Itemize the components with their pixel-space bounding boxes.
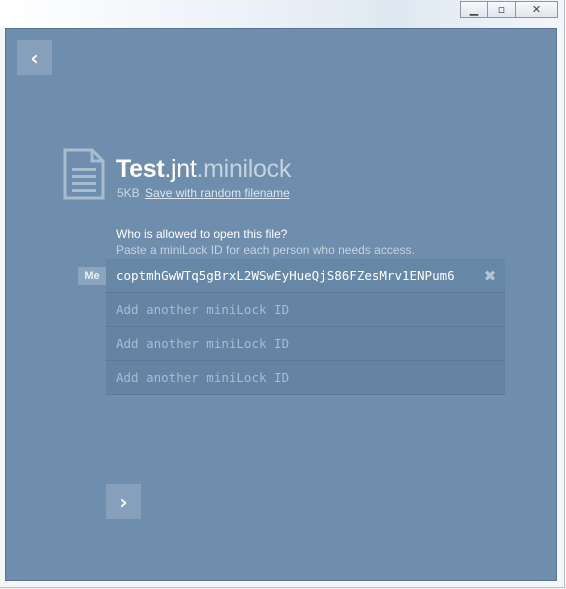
me-badge: Me (78, 267, 113, 285)
minimize-button[interactable]: ▁ (460, 1, 488, 18)
maximize-button[interactable]: ▫ (488, 1, 516, 18)
app-panel: ‹ Test.jnt.minilock 5KB Save with random… (5, 28, 557, 581)
chevron-right-icon: › (119, 489, 128, 514)
minilock-id-placeholder: Add another miniLock ID (116, 336, 290, 351)
back-button[interactable]: ‹ (17, 40, 52, 75)
file-size: 5KB (117, 186, 140, 200)
save-random-filename-link[interactable]: Save with random filename (145, 186, 290, 200)
minilock-id-field[interactable]: Add another miniLock ID (106, 327, 505, 361)
minilock-id-field[interactable]: coptmhGwWTq5gBrxL2WSwEyHueQjS86FZesMrv1E… (106, 259, 505, 293)
recipients-question: Who is allowed to open this file? (116, 227, 288, 241)
minilock-id-field[interactable]: Add another miniLock ID (106, 361, 505, 395)
file-name-base: Test (116, 155, 165, 183)
file-name-extension: .minilock (196, 155, 292, 183)
close-button[interactable]: ✕ (516, 1, 558, 18)
minilock-id-placeholder: Add another miniLock ID (116, 302, 290, 317)
file-name: Test.jnt.minilock (116, 155, 291, 184)
minilock-id-field[interactable]: Add another miniLock ID (106, 293, 505, 327)
file-icon (63, 148, 105, 200)
minilock-id-value: coptmhGwWTq5gBrxL2WSwEyHueQjS86FZesMrv1E… (116, 268, 455, 283)
window-controls: ▁ ▫ ✕ (460, 1, 558, 19)
minilock-id-list: coptmhGwWTq5gBrxL2WSwEyHueQjS86FZesMrv1E… (106, 259, 505, 395)
minilock-id-placeholder: Add another miniLock ID (116, 370, 290, 385)
recipients-hint: Paste a miniLock ID for each person who … (116, 243, 415, 257)
next-button[interactable]: › (106, 484, 141, 519)
file-name-mid: .jnt (164, 155, 197, 183)
remove-icon[interactable]: ✖ (483, 267, 497, 285)
file-meta: 5KB Save with random filename (117, 186, 290, 200)
chevron-left-icon: ‹ (30, 45, 39, 70)
